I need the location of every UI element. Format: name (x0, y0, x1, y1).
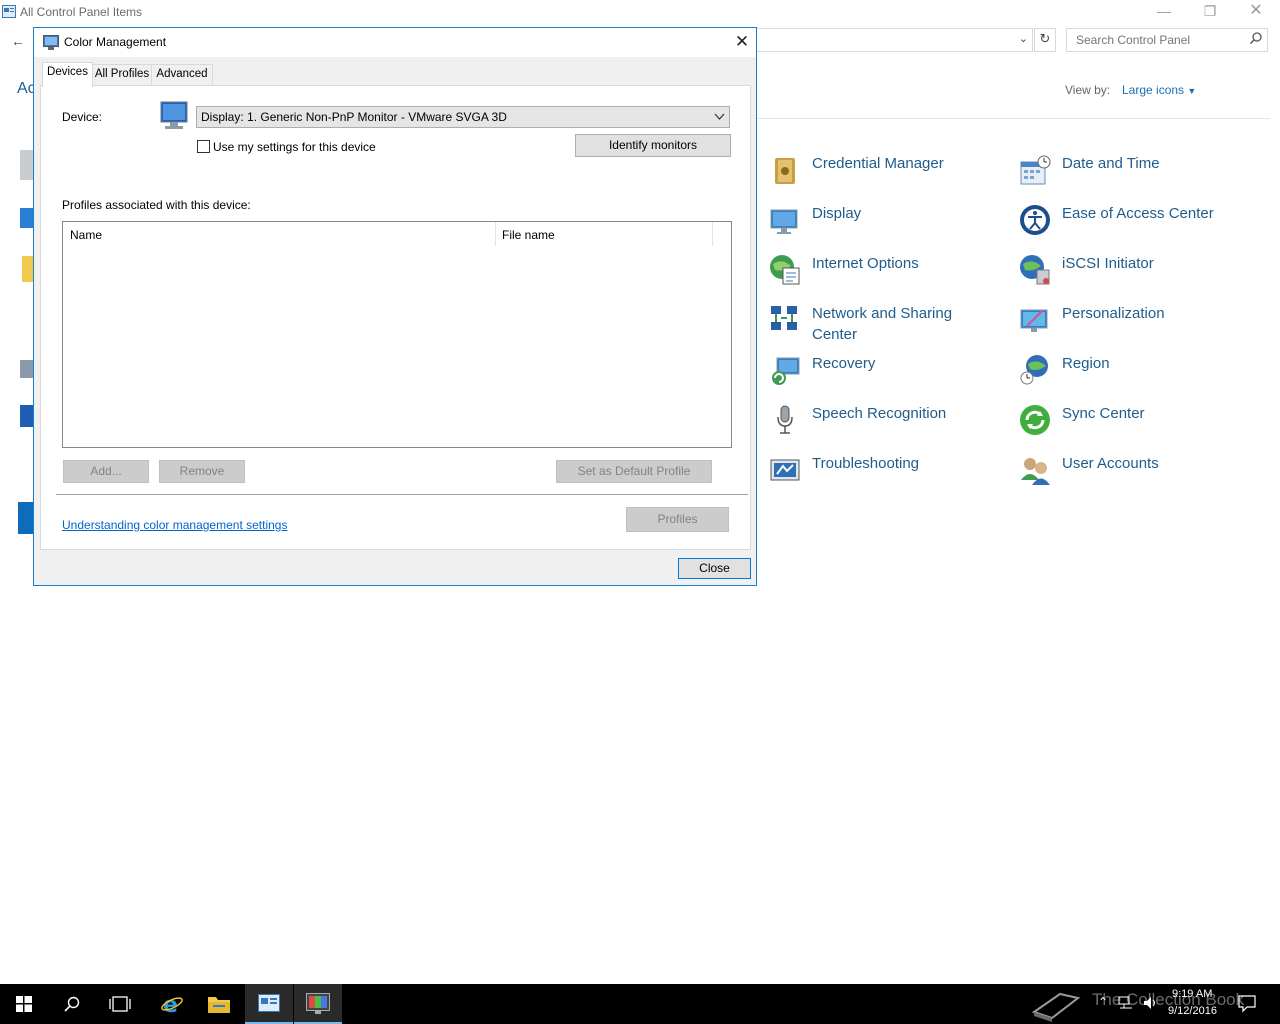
window-close-button[interactable]: ✕ (1233, 0, 1279, 24)
sync-center-icon (1020, 405, 1050, 435)
ease-of-access-icon (1020, 205, 1050, 235)
iscsi-icon (1020, 255, 1050, 285)
clock-date[interactable]: 9/12/2016 (1168, 1005, 1217, 1017)
devices-tab-panel: Device: Display: 1. Generic Non-PnP Moni… (40, 85, 751, 550)
partial-icon (20, 150, 34, 180)
speech-recognition-icon (777, 405, 793, 434)
internet-options-icon (770, 255, 800, 285)
column-header-name-label: Name (70, 228, 103, 242)
help-link[interactable]: Understanding color management settings (62, 518, 287, 532)
tab-advanced[interactable]: Advanced (151, 64, 213, 85)
task-view-icon (109, 996, 131, 1012)
use-my-settings-label[interactable]: Use my settings for this device (213, 140, 376, 154)
task-view-button[interactable] (96, 984, 144, 1024)
control-panel-titlebar: All Control Panel Items — ❐ ✕ (0, 0, 1280, 24)
credential-manager-icon (775, 158, 795, 184)
set-default-profile-button[interactable]: Set as Default Profile (556, 460, 712, 483)
close-button[interactable]: Close (678, 558, 751, 579)
search-icon[interactable] (1250, 32, 1262, 44)
profiles-label: Profiles associated with this device: (62, 198, 251, 212)
divider (56, 494, 748, 495)
monitor-icon (160, 101, 188, 129)
tab-all-profiles[interactable]: All Profiles (91, 64, 153, 85)
header-divider (757, 118, 1270, 119)
notifications-icon[interactable] (1238, 995, 1256, 1013)
volume-icon[interactable] (1143, 996, 1159, 1010)
recovery-icon (772, 357, 800, 385)
clock-time[interactable]: 9:19 AM (1172, 988, 1212, 1000)
watermark-book-icon (1031, 992, 1081, 1022)
search-icon (64, 996, 80, 1012)
use-my-settings-checkbox[interactable] (197, 140, 210, 153)
file-explorer-button[interactable] (195, 984, 243, 1024)
add-button[interactable]: Add... (63, 460, 149, 483)
color-management-dialog: Color Management ✕ Devices All Profiles … (33, 27, 757, 586)
network-sharing-icon (771, 306, 797, 330)
search-taskbar-button[interactable] (48, 984, 96, 1024)
search-input[interactable] (1074, 32, 1248, 48)
tab-devices[interactable]: Devices (42, 62, 93, 87)
network-icon[interactable] (1118, 996, 1134, 1010)
user-accounts-icon (1021, 458, 1050, 485)
internet-explorer-icon: e (161, 993, 183, 1016)
column-header-name[interactable]: Name (63, 222, 496, 246)
column-header-file-name-label: File name (502, 228, 555, 242)
control-panel-icon (2, 5, 16, 18)
window-title: All Control Panel Items (20, 5, 143, 19)
partial-icon (20, 405, 34, 427)
back-arrow-icon[interactable]: ← (11, 33, 25, 49)
personalization-icon (1020, 309, 1048, 332)
view-by-value: Large icons (1122, 83, 1185, 97)
remove-button[interactable]: Remove (159, 460, 245, 483)
view-by-dropdown[interactable]: Large icons ▼ (1122, 83, 1196, 97)
dialog-titlebar[interactable]: Color Management ✕ (34, 28, 756, 57)
device-label: Device: (62, 110, 103, 124)
start-button[interactable] (0, 984, 48, 1024)
caret-down-icon: ▼ (1187, 86, 1197, 96)
column-header-file-name[interactable]: File name (496, 222, 713, 246)
folder-icon (208, 997, 230, 1013)
troubleshooting-icon (770, 459, 800, 481)
region-icon (1020, 355, 1048, 385)
restore-button[interactable]: ❐ (1187, 0, 1233, 24)
control-panel-taskbar-button[interactable] (245, 984, 293, 1024)
search-box[interactable] (1066, 28, 1268, 52)
partial-icon (20, 208, 34, 228)
address-bar[interactable]: ⌄ (757, 28, 1033, 52)
color-management-icon (306, 993, 330, 1014)
partial-icon (18, 502, 34, 534)
chevron-down-icon[interactable]: ⌄ (1019, 32, 1028, 45)
identify-monitors-button[interactable]: Identify monitors (575, 134, 731, 157)
tray-chevron-up-icon[interactable]: ⌃ (1098, 995, 1108, 1009)
control-panel-icon (258, 994, 280, 1012)
device-select-value: Display: 1. Generic Non-PnP Monitor - VM… (201, 110, 507, 124)
device-select[interactable]: Display: 1. Generic Non-PnP Monitor - VM… (196, 106, 730, 128)
windows-logo-icon (16, 996, 32, 1012)
svg-text:e: e (163, 993, 178, 1016)
partial-icon (20, 360, 34, 378)
color-management-taskbar-button[interactable] (294, 984, 342, 1024)
profiles-list[interactable]: Name File name (62, 221, 732, 448)
dialog-close-icon[interactable]: ✕ (728, 30, 756, 54)
color-management-icon (43, 35, 59, 50)
refresh-button[interactable]: ↻ (1034, 28, 1056, 52)
chevron-down-icon (714, 113, 725, 120)
taskbar: e The Collection Book ⌃ 9:19 AM 9/12/201… (0, 984, 1280, 1024)
profiles-button[interactable]: Profiles (626, 507, 729, 532)
minimize-button[interactable]: — (1141, 0, 1187, 24)
internet-explorer-button[interactable]: e (147, 984, 195, 1024)
view-by-label: View by: (1065, 83, 1111, 97)
dialog-title: Color Management (64, 35, 167, 49)
date-time-icon (1020, 155, 1051, 185)
display-icon (770, 209, 798, 234)
